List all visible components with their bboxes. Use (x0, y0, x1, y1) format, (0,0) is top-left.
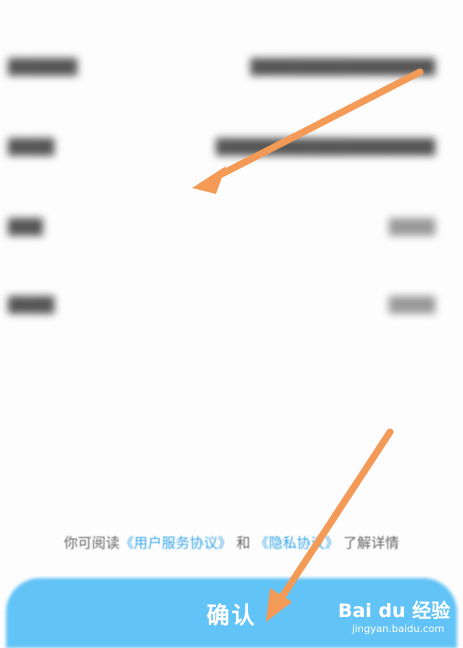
info-row-1: ██████ ████████████████ (0, 48, 463, 88)
arrow-2-shaft (276, 428, 394, 604)
baidu-jingyan-watermark: Bai du 经验 jingyan.baidu.com (338, 596, 458, 642)
info-value-4: ████ (388, 296, 435, 314)
agreement-text: 你可阅读《用户服务协议》 和 《隐私协议》 了解详情 (0, 533, 463, 553)
user-agreement-link[interactable]: 《用户服务协议》 (120, 536, 232, 552)
baidu-jingyan-logo: Bai du 经验 (338, 600, 451, 622)
info-value-3: ████ (388, 218, 435, 236)
arrow-1-head (192, 166, 226, 194)
confirm-page: ██████ ████████████████ ████ ███████████… (0, 0, 463, 648)
info-value-1: ████████████████ (250, 58, 435, 76)
watermark-url: jingyan.baidu.com (352, 624, 445, 635)
agreement-suffix: 了解详情 (343, 536, 400, 552)
privacy-policy-link[interactable]: 《隐私协议》 (255, 536, 339, 552)
info-label-2: ████ (8, 138, 55, 156)
info-value-2: ███████████████████ (215, 138, 435, 156)
info-row-2: ████ ███████████████████ (0, 128, 463, 168)
info-label-3: ███ (8, 218, 43, 236)
info-label-4: ████ (8, 296, 55, 314)
info-row-4: ████ ████ (0, 286, 463, 326)
info-row-3: ███ ████ (0, 208, 463, 248)
agreement-prefix: 你可阅读 (63, 536, 120, 552)
info-label-1: ██████ (8, 58, 78, 76)
agreement-conjunction: 和 (236, 536, 251, 552)
